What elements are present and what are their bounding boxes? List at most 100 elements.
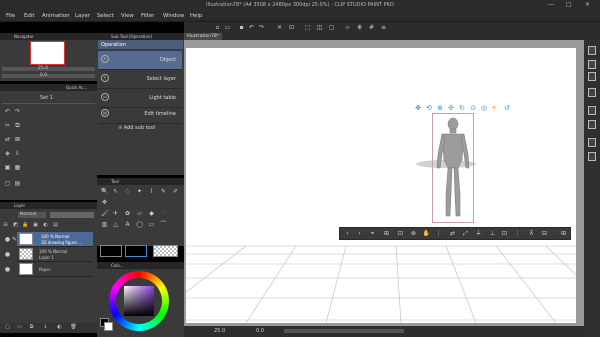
canvas[interactable] [186, 48, 576, 323]
redo-icon[interactable]: ↷ [14, 108, 21, 115]
ruler-snap-icon[interactable]: ⋕ [356, 24, 363, 31]
sub-tool-select-layer[interactable]: ↖ Select layer [98, 70, 182, 89]
figure-icon[interactable]: ✋ [422, 229, 431, 238]
flip-pose-icon[interactable]: ⇄ [448, 229, 457, 238]
flip-icon[interactable]: ⇄ [4, 136, 11, 143]
layer-copy-icon[interactable]: ▤ [14, 180, 21, 187]
collapse-icon[interactable]: ⊼ [527, 229, 536, 238]
doc-icon[interactable] [588, 46, 596, 55]
invert-selection-icon[interactable]: ◫ [316, 24, 323, 31]
mask-icon[interactable]: ◐ [42, 222, 49, 229]
clip-icon[interactable]: ⊟ [2, 222, 9, 229]
selection-icon[interactable]: ▢ [328, 24, 335, 31]
menu-select[interactable]: Select [97, 13, 114, 19]
rotate-x-icon[interactable]: ◎ [480, 104, 488, 112]
auto-select-tool-icon[interactable]: ✦ [136, 188, 143, 195]
layer-new-icon[interactable]: ▢ [4, 180, 11, 187]
merge-icon[interactable]: ⇓ [42, 324, 49, 331]
grid-icon[interactable]: ▦ [14, 164, 21, 171]
transparent-color-swatch[interactable] [153, 245, 178, 257]
operation-tool-icon[interactable]: ↖ [112, 188, 119, 195]
register-menu-icon[interactable]: ⋮ [513, 229, 522, 238]
gradient-tool-icon[interactable]: ▥ [101, 221, 108, 228]
hand-icon[interactable]: ⊗ [409, 229, 418, 238]
copy-icon[interactable]: ⧉ [14, 122, 21, 129]
grid-snap-icon[interactable]: # [368, 24, 375, 31]
doc-icon[interactable] [588, 138, 596, 147]
settings-icon[interactable]: ⊟ [540, 229, 549, 238]
doc-icon[interactable] [588, 120, 596, 129]
sub-color-swatch[interactable] [125, 245, 147, 257]
ground-icon[interactable]: ⏚ [474, 229, 483, 238]
pen-icon[interactable]: ✎ [11, 236, 18, 243]
close-button[interactable]: ✕ [585, 1, 590, 8]
zoom-tool-icon[interactable]: 🔍 [101, 188, 108, 195]
add-sub-tool-button[interactable]: ⊕ Add sub tool [118, 125, 155, 131]
view-icon[interactable]: ⊡ [396, 229, 405, 238]
maximize-button[interactable]: □ [566, 1, 572, 8]
camera-icon[interactable]: ⌖ [368, 229, 377, 238]
fill-tool-icon[interactable]: ◆ [148, 210, 155, 217]
menu-filter[interactable]: Filter [141, 13, 154, 19]
layer-row-layer-1[interactable]: 100 % Normal Layer 1 [17, 247, 93, 262]
open-icon[interactable]: ▭ [224, 24, 231, 31]
undo-icon[interactable]: ↶ [4, 108, 11, 115]
pan-camera-icon[interactable]: ⊕ [436, 104, 444, 112]
opacity-slider[interactable] [50, 212, 94, 218]
menu-file[interactable]: File [6, 13, 15, 19]
sub-tool-edit-timeline[interactable]: ▤ Edit timeline [98, 105, 182, 124]
brush-tool-icon[interactable]: 🖌 [101, 210, 109, 217]
fill-down-icon[interactable]: ⇩ [14, 150, 21, 157]
eye-icon[interactable]: ● [4, 251, 11, 258]
mask-add-icon[interactable]: ◐ [56, 324, 63, 331]
decoration-tool-icon[interactable]: ✿ [124, 210, 131, 217]
guide-icon[interactable]: ≡ [380, 24, 387, 31]
eye-icon[interactable]: ● [4, 236, 11, 243]
airbrush-tool-icon[interactable]: ✈ [112, 210, 119, 217]
register-pose-icon[interactable]: ⊡ [500, 229, 509, 238]
eye-icon[interactable]: ● [4, 266, 11, 273]
lock-icon[interactable]: 🔒 [22, 222, 29, 229]
figure-menu-icon[interactable]: ⋮ [434, 229, 443, 238]
next-icon[interactable]: › [355, 229, 364, 238]
text-tool-icon[interactable]: A [124, 221, 131, 228]
new-layer-icon[interactable]: ▢ [4, 324, 11, 331]
lasso-tool-icon[interactable]: ◌ [124, 188, 131, 195]
sub-tool-group-tab[interactable]: Operation [98, 40, 183, 49]
pencil-tool-icon[interactable]: ✐ [172, 188, 179, 195]
blend-mode-select[interactable]: Normal [18, 212, 46, 218]
3d-figure[interactable] [434, 116, 472, 222]
new-icon[interactable]: ▫ [214, 24, 221, 31]
launcher-settings-icon[interactable]: ⊞ [559, 229, 568, 238]
ruler-icon[interactable]: ▤ [52, 222, 59, 229]
doc-icon[interactable] [588, 60, 596, 69]
pen-tool-icon[interactable]: ✎ [160, 188, 167, 195]
minimize-button[interactable]: — [548, 1, 554, 8]
horizontal-scrollbar[interactable] [284, 329, 404, 333]
menu-layer[interactable]: Layer [75, 13, 90, 19]
navigator-preview[interactable] [30, 41, 65, 65]
sub-tool-object[interactable]: ↖ Object [98, 51, 182, 70]
delete-layer-icon[interactable]: 🗑 [70, 324, 77, 331]
menu-window[interactable]: Window [163, 13, 184, 19]
lock-joint-icon[interactable]: ⊥ [488, 229, 497, 238]
redo-icon[interactable]: ↷ [258, 24, 265, 31]
rotate-object-icon[interactable]: ↻ [458, 104, 466, 112]
doc-icon[interactable] [588, 106, 596, 115]
background-color[interactable] [104, 322, 113, 331]
prev-icon[interactable]: ‹ [343, 229, 352, 238]
menu-view[interactable]: View [121, 13, 134, 19]
ruler-tool-icon[interactable]: ▭ [148, 221, 155, 228]
frame-icon[interactable]: ▣ [4, 164, 11, 171]
balloon-tool-icon[interactable]: ◯ [136, 221, 143, 228]
menu-animation[interactable]: Animation [42, 13, 69, 19]
transform-icon[interactable]: ⊡ [288, 24, 295, 31]
layer-row-3d-figure[interactable]: 100 % Normal 3D drawing figure ... [17, 232, 93, 247]
main-color-swatch[interactable] [100, 245, 122, 257]
menu-help[interactable]: Help [190, 13, 202, 19]
reset-icon[interactable]: ↺ [503, 104, 511, 112]
rotate-camera-icon[interactable]: ⟲ [425, 104, 433, 112]
eraser-tool-icon[interactable]: ▱ [136, 210, 143, 217]
cut-icon[interactable]: ✂ [4, 122, 11, 129]
light-icon[interactable]: ☀ [490, 104, 498, 112]
